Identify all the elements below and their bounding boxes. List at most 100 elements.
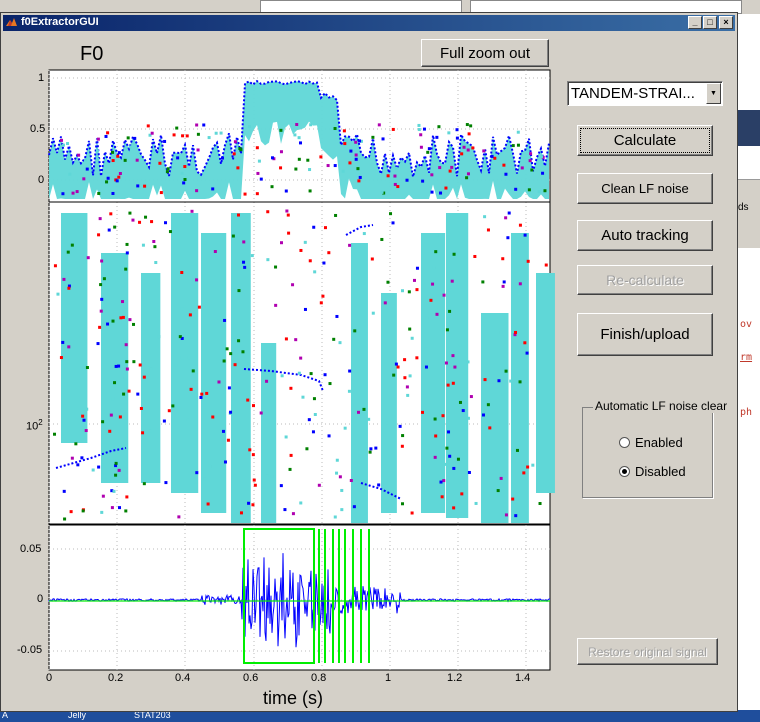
auto-tracking-button[interactable]: Auto tracking — [577, 220, 713, 251]
candidate-dot — [433, 417, 437, 421]
candidate-dot — [439, 191, 443, 195]
radio-enabled[interactable]: Enabled — [619, 435, 683, 450]
candidate-dot — [348, 369, 352, 373]
candidate-dot — [467, 470, 471, 474]
candidate-dot — [229, 410, 233, 414]
candidate-dot — [174, 363, 178, 367]
candidate-dot — [211, 415, 215, 419]
candidate-dot — [95, 149, 99, 153]
candidate-dot — [125, 251, 129, 255]
candidate-dot — [541, 171, 545, 175]
candidate-dot — [501, 257, 505, 261]
candidate-dot — [165, 170, 169, 174]
candidate-dot — [97, 191, 101, 195]
candidate-dot — [520, 166, 524, 170]
candidate-dot — [253, 483, 257, 487]
candidate-dot — [122, 283, 126, 287]
candidate-dot — [202, 123, 206, 127]
candidate-dot — [109, 413, 113, 417]
candidate-dot — [180, 270, 184, 274]
candidate-dot — [297, 157, 301, 161]
candidate-dot — [398, 424, 402, 428]
candidate-dot — [407, 290, 411, 294]
candidate-dot — [223, 460, 227, 464]
candidate-dot — [445, 446, 449, 450]
background-text: ph — [740, 407, 753, 418]
candidate-dot — [340, 488, 344, 492]
f0-plot-area[interactable] — [1, 13, 737, 711]
cyan-band — [61, 213, 88, 443]
candidate-dot — [467, 132, 471, 136]
candidate-dot — [223, 318, 227, 322]
chevron-down-icon[interactable]: ▼ — [706, 83, 721, 104]
candidate-dot — [203, 477, 207, 481]
candidate-dot — [102, 277, 106, 281]
full-zoom-out-button[interactable]: Full zoom out — [421, 39, 549, 67]
candidate-dot — [150, 220, 154, 224]
recalculate-button[interactable]: Re-calculate — [577, 265, 713, 295]
candidate-dot — [175, 126, 179, 130]
candidate-dot — [291, 283, 295, 287]
candidate-dot — [149, 367, 153, 371]
candidate-dot — [442, 479, 446, 483]
finish-upload-button[interactable]: Finish/upload — [577, 313, 713, 356]
candidate-dot — [435, 233, 439, 237]
candidate-dot — [103, 304, 107, 308]
candidate-dot — [119, 316, 123, 320]
candidate-dot — [233, 140, 237, 144]
candidate-dot — [352, 505, 356, 509]
candidate-dot — [377, 123, 381, 127]
candidate-dot — [451, 381, 455, 385]
candidate-dot — [518, 282, 522, 286]
candidate-dot — [125, 495, 129, 499]
candidate-dot — [405, 178, 409, 182]
candidate-dot — [213, 250, 217, 254]
candidate-dot — [116, 154, 120, 158]
candidate-dot — [157, 335, 161, 339]
candidate-dot — [481, 280, 485, 284]
candidate-dot — [195, 123, 199, 127]
calculate-button[interactable]: Calculate — [577, 125, 713, 156]
radio-disabled[interactable]: Disabled — [619, 464, 686, 479]
candidate-dot — [461, 237, 465, 241]
restore-original-signal-button[interactable]: Restore original signal — [577, 638, 718, 665]
candidate-dot — [511, 497, 515, 501]
candidate-dot — [297, 371, 301, 375]
candidate-dot — [309, 123, 313, 127]
candidate-dot — [415, 356, 419, 360]
candidate-dot — [71, 191, 75, 195]
candidate-dot — [207, 136, 211, 140]
candidate-dot — [183, 165, 187, 169]
candidate-dot — [159, 191, 163, 195]
f0-axes[interactable] — [48, 69, 555, 525]
candidate-dot — [180, 307, 184, 311]
candidate-dot — [124, 267, 128, 271]
candidate-dot — [403, 358, 407, 362]
candidate-dot — [97, 233, 101, 237]
candidate-dot — [529, 152, 533, 156]
candidate-dot — [466, 172, 470, 176]
waveform-axes[interactable] — [48, 524, 551, 671]
candidate-dot — [279, 150, 283, 154]
candidate-dot — [125, 360, 129, 364]
candidate-dot — [536, 325, 540, 329]
candidate-dot — [101, 494, 105, 498]
candidate-dot — [96, 342, 100, 346]
method-select[interactable]: TANDEM-STRAI... ▼ — [567, 81, 723, 106]
candidate-dot — [424, 365, 428, 369]
candidate-dot — [415, 266, 419, 270]
candidate-dot — [266, 210, 270, 214]
x-axis-label: time (s) — [263, 688, 323, 708]
candidate-dot — [111, 319, 115, 323]
cyan-band — [351, 243, 368, 523]
candidate-dot — [132, 360, 136, 364]
candidate-dot — [61, 192, 65, 196]
candidate-dot — [97, 465, 101, 469]
candidate-dot — [400, 444, 404, 448]
x-tick-label: 1.4 — [515, 672, 531, 684]
candidate-dot — [126, 136, 130, 140]
candidate-dot — [68, 172, 72, 176]
candidate-dot — [242, 260, 246, 264]
candidate-dot — [225, 347, 229, 351]
clean-lf-noise-button[interactable]: Clean LF noise — [577, 173, 713, 204]
